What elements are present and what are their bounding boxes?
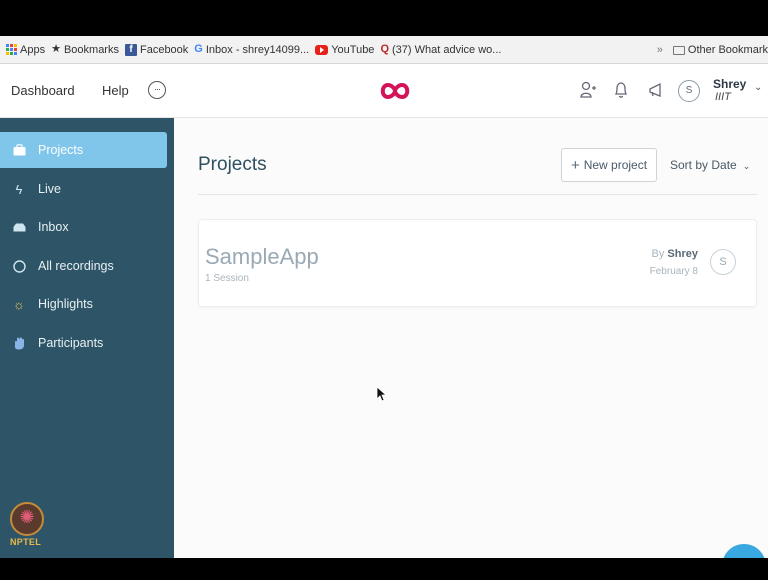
sun-icon: ☼ [13,296,25,312]
top-nav: Dashboard Help ··· S Shrey IIIT ⌄ [0,64,768,118]
facebook-icon: f [124,43,137,56]
other-bookmarks[interactable]: Other Bookmark [688,44,768,56]
sort-label: Sort by Date [670,158,737,172]
nav-help[interactable]: Help [102,83,129,98]
browser-screen: Apps ★ Bookmarks f Facebook G Inbox - sh… [0,36,768,558]
nptel-logo: NPTEL [10,502,46,552]
bookmark-youtube[interactable]: YouTube [315,44,374,56]
new-project-button[interactable]: + New project [561,148,657,182]
megaphone-icon[interactable] [647,81,665,99]
page-title: Projects [198,154,267,175]
sidebar: Projects ϟ Live Inbox All recordings ☼ H… [0,118,174,558]
apps-grid-icon [6,44,17,55]
project-owner-name: Shrey [667,248,698,260]
bookmark-label: Apps [20,43,46,56]
sidebar-item-all-recordings[interactable]: All recordings [0,248,167,284]
sidebar-item-label: Highlights [38,297,93,311]
sidebar-item-highlights[interactable]: ☼ Highlights [0,286,167,322]
project-date: February 8 [649,266,698,277]
plus-icon: + [570,156,580,174]
quora-icon: Q [380,43,389,55]
youtube-icon [315,44,329,55]
folder-icon [672,45,685,55]
circle-icon [12,259,26,273]
bookmark-label: (37) What advice wo... [392,43,502,56]
bookmark-label: Facebook [139,43,189,56]
bell-icon[interactable] [614,81,628,99]
bookmark-apps[interactable]: Apps [6,44,45,56]
sidebar-item-label: Inbox [38,220,69,234]
user-name[interactable]: Shrey [713,77,746,91]
project-owner-avatar: S [710,249,736,275]
sidebar-item-label: Participants [38,336,104,350]
user-avatar[interactable]: S [678,80,700,102]
app-logo-icon[interactable] [378,82,412,100]
bookmark-label: Inbox - shrey14099... [205,43,310,56]
nptel-label: NPTEL [10,537,42,547]
briefcase-icon [12,143,26,157]
divider [198,194,757,195]
inbox-icon [12,220,26,234]
chevron-down-icon[interactable]: ⌄ [754,82,762,93]
lightning-icon: ϟ [15,181,23,197]
mouse-cursor-icon [376,386,386,402]
bookmarks-overflow-button[interactable]: » [657,44,663,56]
project-owner: By Shrey [652,248,698,260]
bookmarks-bar: Apps ★ Bookmarks f Facebook G Inbox - sh… [0,36,768,64]
star-icon: ★ [51,43,61,55]
sort-dropdown[interactable]: Sort by Date ⌄ [670,158,750,172]
google-icon: G [194,43,203,55]
sidebar-item-projects[interactable]: Projects [0,132,167,168]
sidebar-item-inbox[interactable]: Inbox [0,209,167,245]
sidebar-item-live[interactable]: ϟ Live [0,171,167,207]
chevron-down-icon: ⌄ [742,161,751,171]
bookmark-label: Bookmarks [63,43,119,56]
sidebar-item-label: All recordings [38,259,114,273]
project-sessions: 1 Session [205,273,249,284]
letterbox-bottom [0,558,768,580]
sidebar-item-label: Projects [38,143,84,157]
more-options-button[interactable]: ··· [148,81,166,99]
nptel-emblem-icon [10,502,44,536]
user-org: IIIT [715,91,731,103]
nav-dashboard[interactable]: Dashboard [11,83,75,98]
new-project-label: New project [583,158,648,172]
project-owner-prefix: By [651,248,665,260]
bookmark-facebook[interactable]: f Facebook [124,43,189,56]
bookmark-label: YouTube [331,43,375,56]
sidebar-item-participants[interactable]: Participants [0,325,167,361]
sidebar-item-label: Live [38,182,61,196]
hand-icon [12,336,26,350]
bookmark-quora[interactable]: Q (37) What advice wo... [380,44,501,56]
add-user-icon[interactable] [580,81,596,99]
bookmark-bookmarks[interactable]: ★ Bookmarks [51,44,119,56]
main-content: Projects + New project Sort by Date ⌄ Sam… [174,118,768,558]
bookmark-inbox[interactable]: G Inbox - shrey14099... [194,44,309,56]
project-card[interactable]: SampleApp 1 Session By Shrey February 8 … [198,219,757,307]
project-name[interactable]: SampleApp [205,244,319,270]
bookmarks-overflow: » Other Bookmark [657,36,768,64]
